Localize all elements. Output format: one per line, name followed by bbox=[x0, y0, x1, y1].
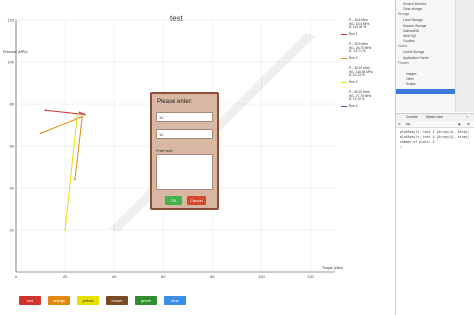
value-input-2[interactable]: 12 bbox=[156, 129, 213, 139]
series-point bbox=[73, 178, 76, 181]
cancel-button[interactable]: Cancel bbox=[187, 196, 206, 205]
y-tick-label: 40 bbox=[10, 186, 15, 191]
series-point bbox=[76, 113, 79, 116]
color-button-red[interactable]: red bbox=[19, 296, 41, 305]
legend-entry[interactable]: P₀: 16.6 kNm (M₀: 16.4 MPa Δ: 119.49 % Run … bbox=[340, 18, 396, 41]
series-point bbox=[39, 132, 42, 135]
x-tick-label: 60 bbox=[161, 274, 166, 279]
legend-entry[interactable]: P₀: 56.20 kNm (M₀: 27.74 MPa Δ: 19.15 % Run… bbox=[340, 90, 396, 113]
tree-item[interactable]: Cache Storage bbox=[403, 50, 424, 54]
tree-section-header: Frames bbox=[398, 60, 409, 65]
gear-icon[interactable]: ⚙ bbox=[467, 122, 470, 126]
x-tick-label: 20 bbox=[63, 274, 68, 279]
color-button-brown[interactable]: brown bbox=[106, 296, 128, 305]
series-point bbox=[78, 111, 81, 114]
devtools-scrollbar[interactable] bbox=[455, 0, 474, 112]
tab-console[interactable]: Console bbox=[406, 115, 418, 119]
console-line: plotResult: test 4 [Array(4), Array( bbox=[400, 135, 470, 139]
devtools-panel: Service Workers Clear storage Storage Local… bbox=[395, 0, 474, 315]
tree-item[interactable]: Cookies bbox=[403, 39, 415, 43]
console-output[interactable]: plotResult: test 4 [Array(4), Array( plo… bbox=[396, 128, 474, 315]
y-tick-label: 20 bbox=[10, 228, 15, 233]
input-dialog: Please enter: 12 12 Free text: OK Cancel bbox=[150, 92, 219, 210]
console-line: number of plots: 4 bbox=[400, 140, 435, 144]
tree-item[interactable]: Other bbox=[406, 77, 414, 81]
close-icon[interactable]: ✕ bbox=[466, 115, 469, 119]
series-point bbox=[83, 113, 86, 116]
x-tick-label: 0 bbox=[15, 274, 18, 279]
x-tick-label: 80 bbox=[210, 274, 215, 279]
tree-item[interactable]: IndexedDB bbox=[403, 29, 419, 33]
value-input-1[interactable]: 12 bbox=[156, 112, 213, 122]
y-tick-label: 80 bbox=[10, 102, 15, 107]
tab-whats-new[interactable]: What's New bbox=[426, 115, 443, 119]
legend-swatch bbox=[341, 58, 347, 59]
context-selector[interactable]: top bbox=[406, 122, 410, 126]
legend-label: Run 4 bbox=[349, 103, 358, 108]
series-point bbox=[81, 115, 84, 118]
free-text-area[interactable] bbox=[156, 154, 213, 190]
tree-section-header: Storage bbox=[398, 12, 410, 17]
tree-item[interactable]: Service Workers bbox=[403, 2, 426, 6]
tree-item[interactable]: Clear storage bbox=[403, 7, 422, 11]
y-tick-label: 100 bbox=[7, 60, 14, 65]
tree-item[interactable]: Scripts bbox=[406, 82, 416, 86]
x-tick-label: 100 bbox=[258, 274, 265, 279]
tree-item[interactable]: Web SQL bbox=[403, 34, 417, 38]
console-line: plotResult: test 4 [Array(4), Array( bbox=[400, 130, 470, 134]
x-tick-label: 120 bbox=[307, 274, 314, 279]
legend-label: Run 2 bbox=[349, 55, 358, 60]
legend-entry[interactable]: P₀: 25.9 kNm (M₀: 26.70 MPa Δ: -14.71 % Run… bbox=[340, 42, 396, 65]
console-toolbar: ⊘ top ◉ ⚙ bbox=[396, 121, 474, 128]
tree-item[interactable]: Session Storage bbox=[403, 24, 426, 28]
series-point bbox=[64, 229, 66, 231]
color-button-green[interactable]: green bbox=[135, 296, 157, 305]
main-app: test Pressure (MPa) Torque (cNm) 0 20 40 60… bbox=[0, 0, 395, 315]
color-button-blue[interactable]: blue bbox=[164, 296, 186, 305]
series-point bbox=[44, 109, 47, 112]
color-button-yellow[interactable]: yellow bbox=[77, 296, 99, 305]
y-tick-label: 60 bbox=[10, 144, 15, 149]
devtools-application-tree: Service Workers Clear storage Storage Local… bbox=[396, 0, 455, 112]
legend-swatch bbox=[341, 34, 347, 35]
tree-item[interactable]: Application Cache bbox=[403, 56, 429, 60]
dialog-title: Please enter: bbox=[157, 99, 193, 105]
clear-console-icon[interactable]: ⊘ bbox=[398, 122, 401, 126]
color-button-orange[interactable]: orange bbox=[48, 296, 70, 305]
x-tick-label: 40 bbox=[112, 274, 117, 279]
legend-stat: Δ: 19.15 % bbox=[349, 97, 365, 102]
free-text-label: Free text: bbox=[156, 148, 173, 153]
tree-section-header: Cache bbox=[398, 44, 408, 49]
legend-stat: Δ: 10.13 % bbox=[349, 73, 365, 78]
legend-stat: Δ: 119.49 % bbox=[349, 25, 367, 30]
y-tick-label: 120 bbox=[7, 18, 14, 23]
legend-swatch bbox=[341, 106, 347, 107]
legend-stat: Δ: -14.71 % bbox=[349, 49, 366, 54]
ok-button[interactable]: OK bbox=[165, 196, 182, 205]
tree-item[interactable]: Images bbox=[406, 72, 416, 76]
legend-entry[interactable]: P₀: 30.10 kNm (M₀: 118.35 MPa Δ: 10.13 % Ru… bbox=[340, 66, 396, 89]
legend-label: Run 1 bbox=[349, 31, 358, 36]
legend-swatch bbox=[341, 82, 347, 83]
eye-icon[interactable]: ◉ bbox=[458, 122, 461, 126]
tree-item[interactable]: Local Storage bbox=[403, 18, 423, 22]
console-prompt[interactable]: > bbox=[400, 145, 402, 149]
tree-item[interactable]: top bbox=[403, 67, 407, 71]
legend-label: Run 3 bbox=[349, 79, 358, 84]
tree-selected-row bbox=[396, 89, 455, 94]
